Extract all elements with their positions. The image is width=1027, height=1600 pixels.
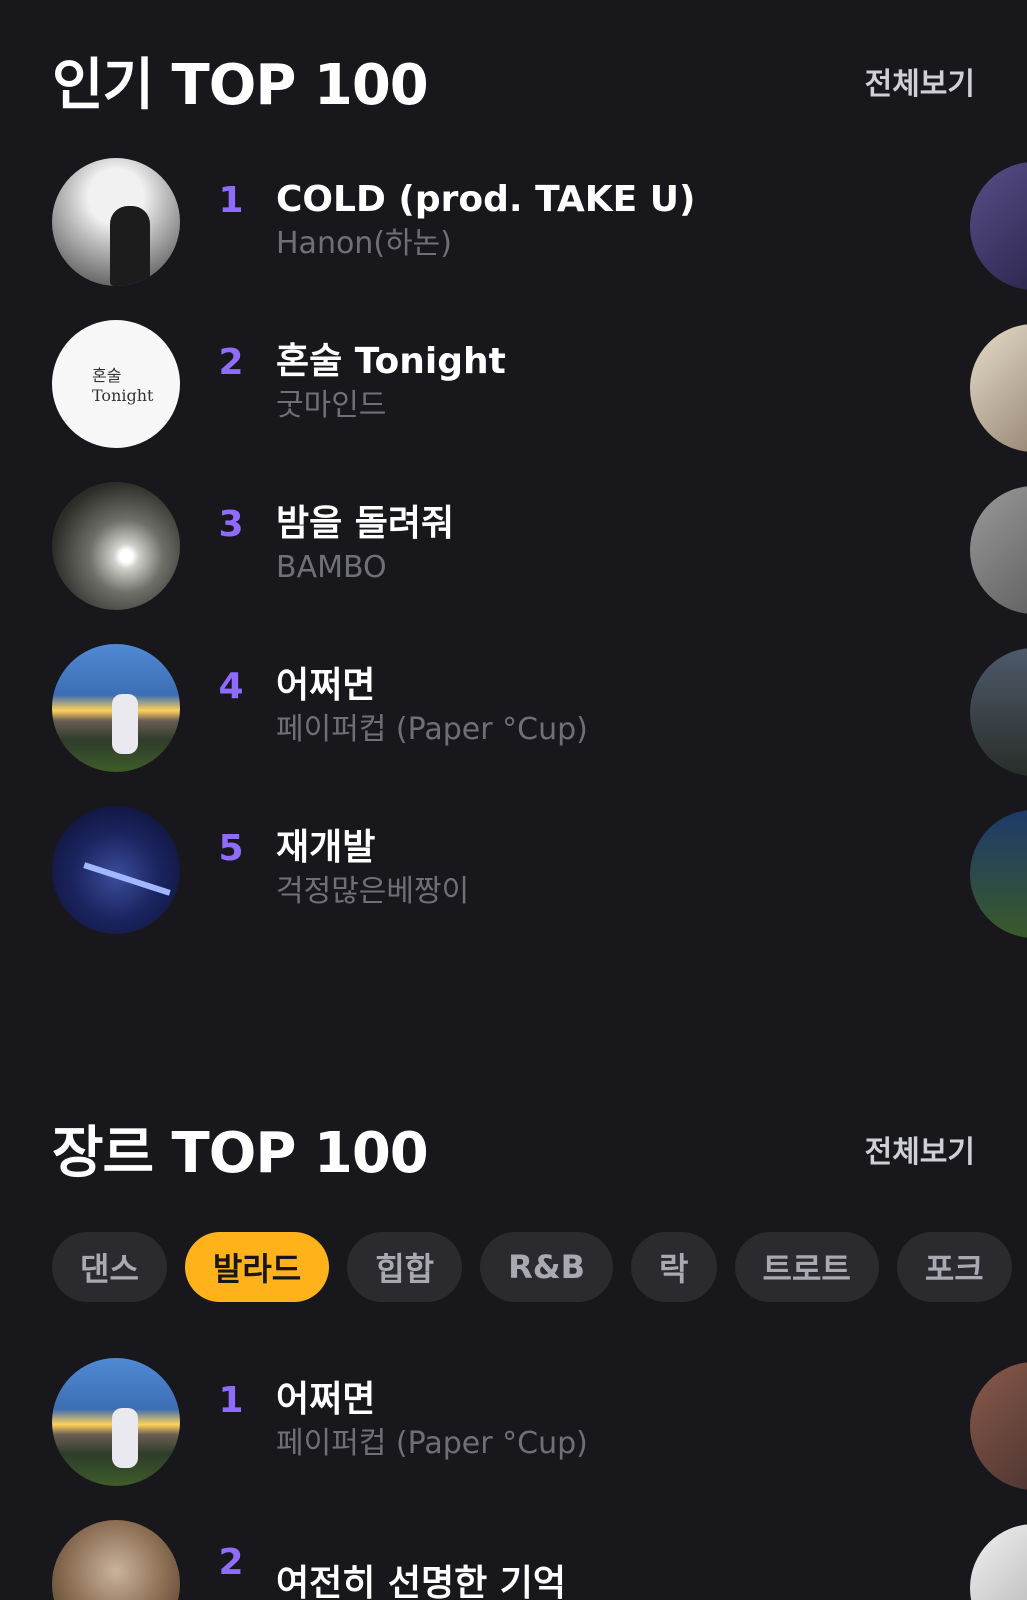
track-rank: 1 [218,179,244,221]
chart-track-item[interactable]: 2 여전히 선명한 기억 [52,1520,932,1600]
chart-track-item[interactable]: 1 어쩌면 페이퍼컵 (Paper °Cup) [52,1358,932,1486]
chart-track-item[interactable]: 4 어쩌면 페이퍼컵 (Paper °Cup) [52,644,932,772]
track-artist: BAMBO [276,550,387,585]
track-title: 재개발 [276,827,376,868]
popular-section-title: 인기 TOP 100 [52,53,429,118]
track-artist: 걱정많은베짱이 [276,874,470,909]
track-title: 여전히 선명한 기억 [276,1563,567,1600]
album-cover [52,806,180,934]
track-artist: Hanon(하논) [276,226,452,261]
track-artist: 굿마인드 [276,388,387,423]
track-rank: 1 [218,1379,244,1421]
album-cover [52,482,180,610]
album-cover [52,1520,180,1600]
popular-section-header: 인기 TOP 100 전체보기 [52,40,975,121]
genre-view-all-link[interactable]: 전체보기 [865,1127,975,1171]
genre-section-title: 장르 TOP 100 [52,1121,429,1186]
genre-chip-dance[interactable]: 댄스 [52,1232,167,1302]
track-rank: 5 [218,827,244,869]
next-column-cover[interactable] [970,1524,1027,1600]
chart-track-item[interactable]: 3 밤을 돌려줘 BAMBO [52,482,932,610]
track-rank: 3 [218,503,244,545]
genre-chip-rnb[interactable]: R&B [480,1232,614,1302]
next-column-cover[interactable] [970,1362,1027,1490]
next-column-cover[interactable] [970,324,1027,452]
genre-chip-folk[interactable]: 포크 [896,1232,1012,1302]
chart-track-item[interactable]: 5 재개발 걱정많은베짱이 [52,806,932,934]
track-title: COLD (prod. TAKE U) [276,179,696,220]
genre-chip-rock[interactable]: 락 [631,1232,717,1302]
genre-chip-ballad[interactable]: 발라드 [184,1232,330,1302]
track-title: 혼술 Tonight [276,341,506,382]
genre-chip-trot[interactable]: 트로트 [734,1232,879,1302]
chart-track-item[interactable]: 1 COLD (prod. TAKE U) Hanon(하논) [52,158,932,286]
album-cover [52,644,180,772]
track-rank: 2 [218,341,244,383]
album-cover [52,1358,180,1486]
track-rank: 4 [218,665,244,707]
genre-chip-hiphop[interactable]: 힙합 [347,1232,463,1302]
genre-chip-row: 댄스 발라드 힙합 R&B 락 트로트 포크 재즈 [52,1232,1027,1302]
track-title: 어쩌면 [276,665,376,706]
next-column-cover[interactable] [970,162,1027,290]
chart-track-item[interactable]: 혼술 Tonight 2 혼술 Tonight 굿마인드 [52,320,932,448]
album-cover: 혼술 Tonight [52,320,180,448]
track-artist: 페이퍼컵 (Paper °Cup) [276,712,588,747]
genre-section-header: 장르 TOP 100 전체보기 [52,1108,975,1189]
next-column-cover[interactable] [970,648,1027,776]
track-title: 밤을 돌려줘 [276,503,455,544]
track-artist: 페이퍼컵 (Paper °Cup) [276,1426,588,1461]
popular-view-all-link[interactable]: 전체보기 [865,59,975,103]
next-column-cover[interactable] [970,810,1027,938]
album-cover [52,158,180,286]
track-title: 어쩌면 [276,1379,376,1420]
track-rank: 2 [218,1541,244,1583]
next-column-cover[interactable] [970,486,1027,614]
album-cover-text: 혼술 Tonight [92,366,154,405]
music-home-screen: 인기 TOP 100 전체보기 1 COLD (prod. TAKE U) Ha… [0,0,1027,1600]
